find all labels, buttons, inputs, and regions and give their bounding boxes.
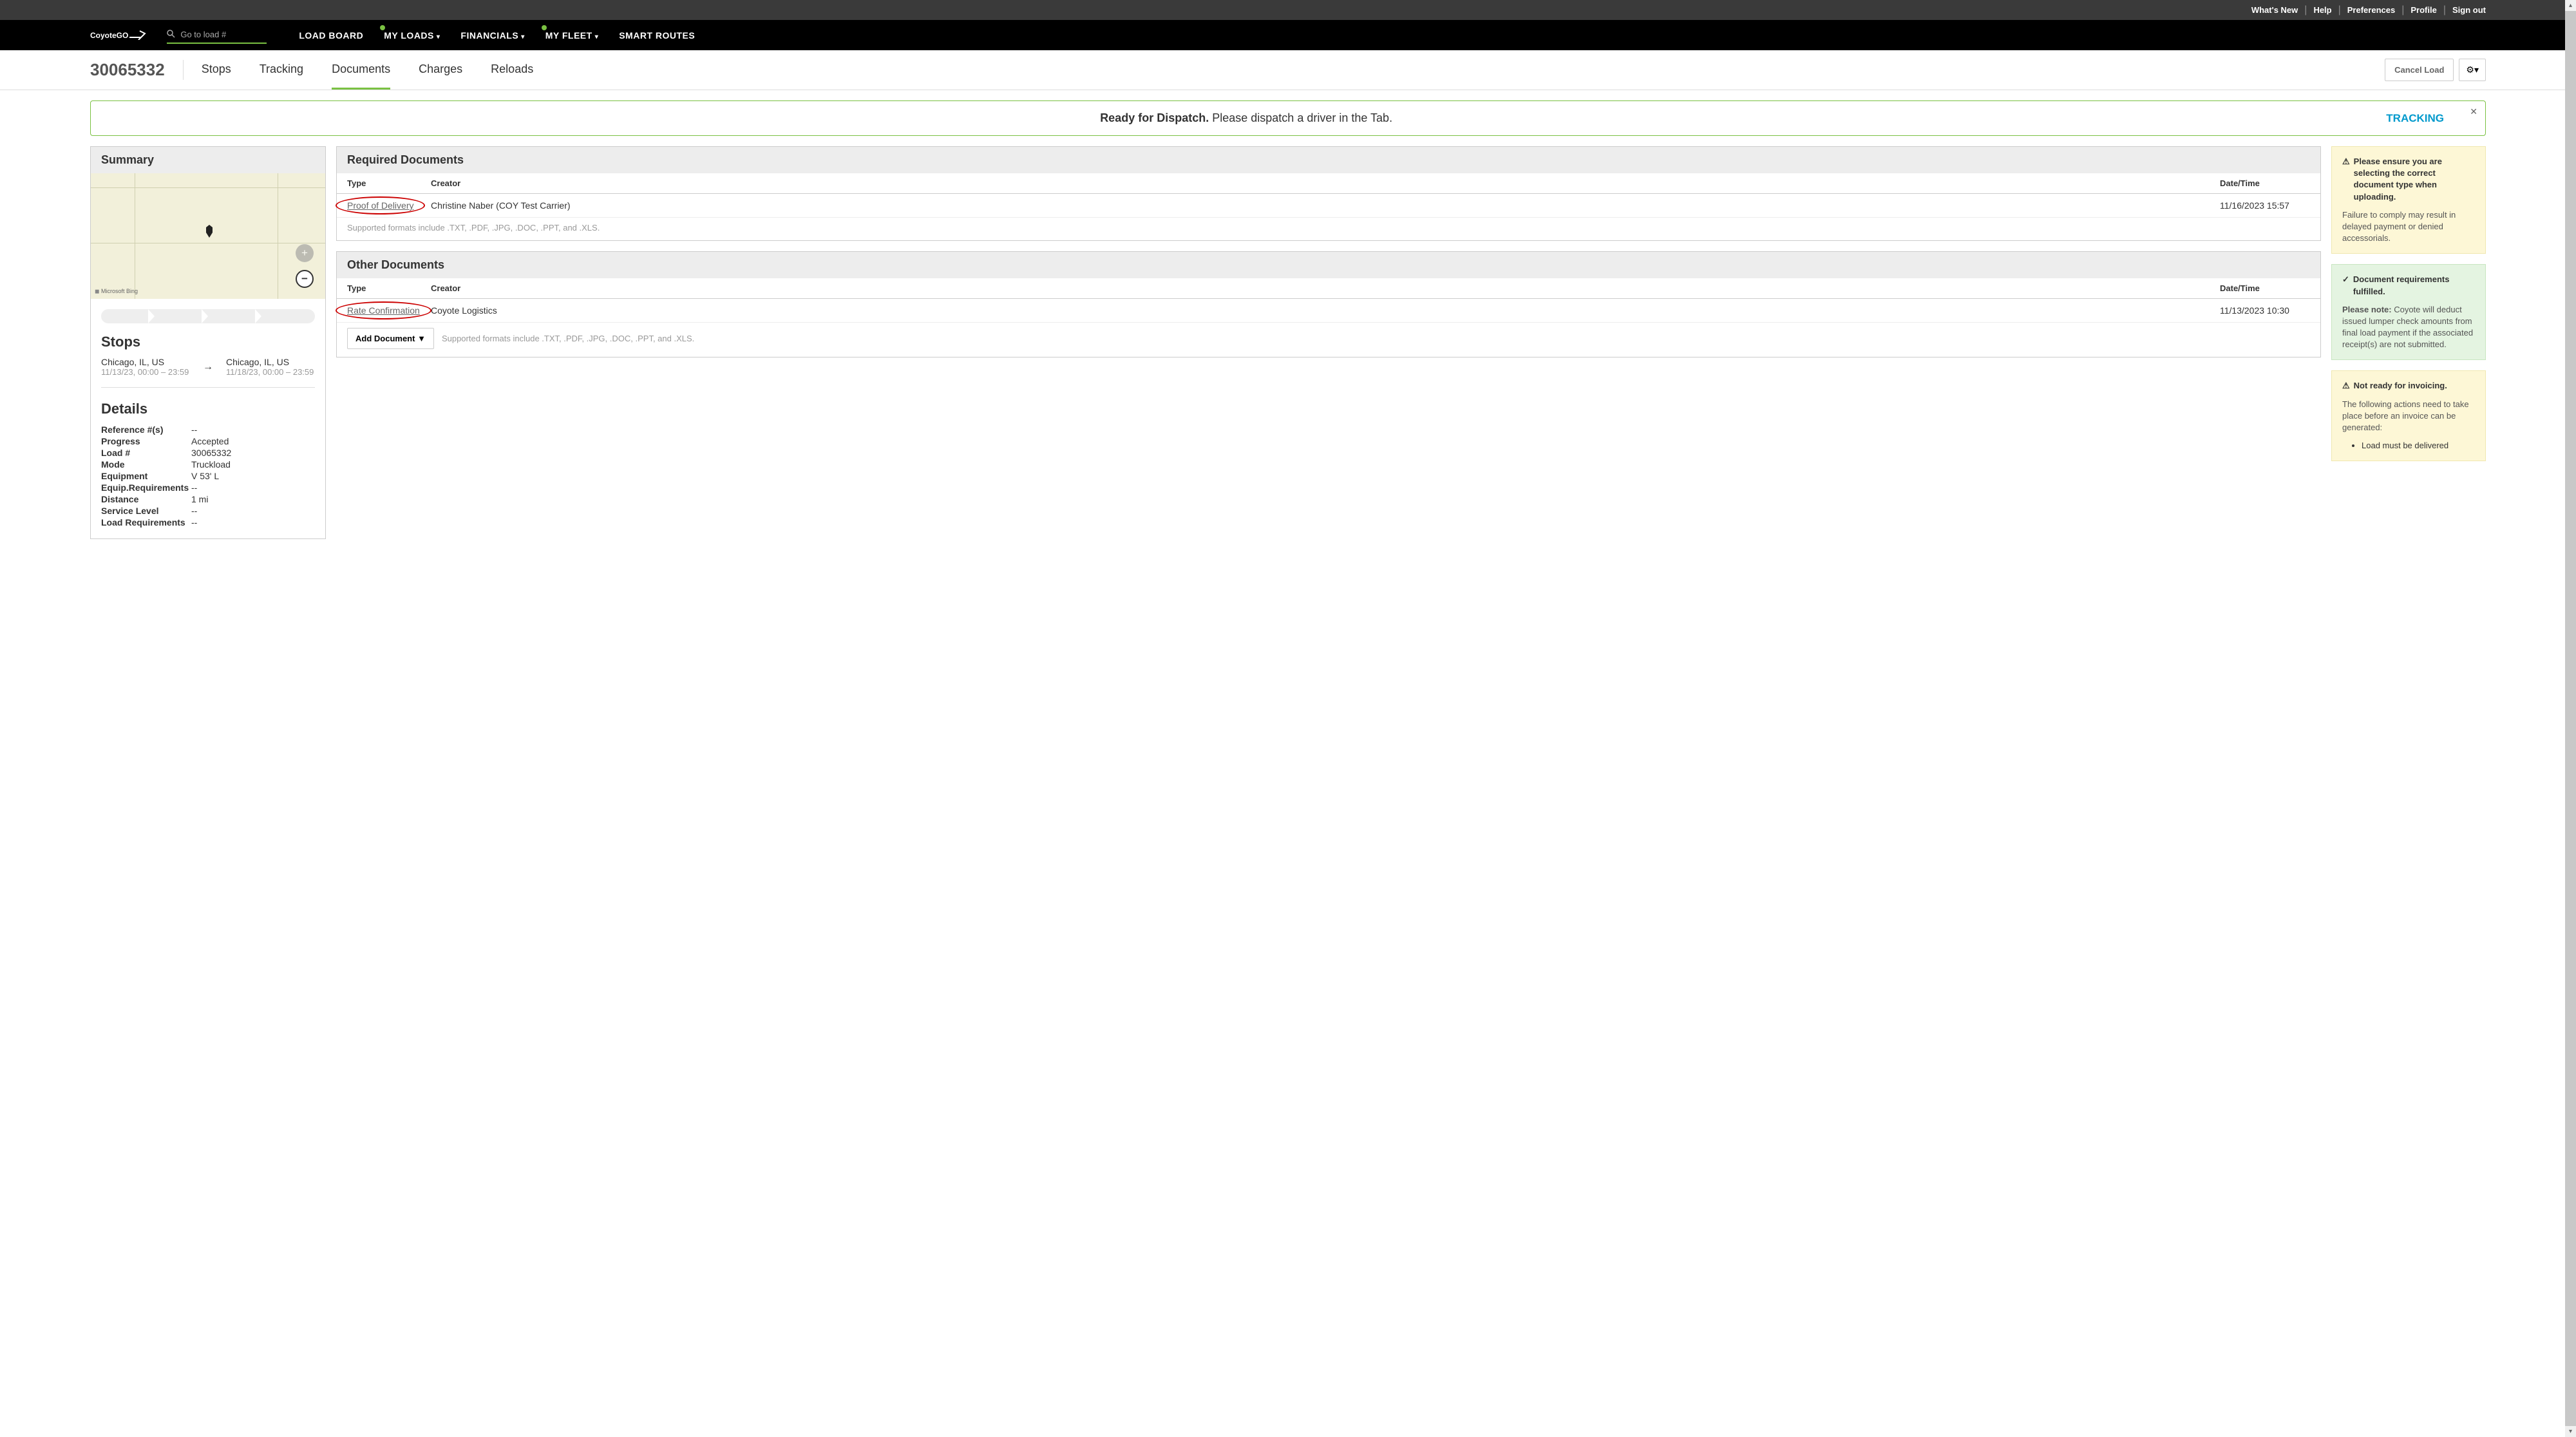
doc-creator: Christine Naber (COY Test Carrier) <box>431 200 2220 211</box>
proof-of-delivery-link[interactable]: Proof of Delivery <box>347 200 413 211</box>
zoom-out-button[interactable]: − <box>296 270 314 288</box>
arrow-right-icon: → <box>203 361 213 373</box>
other-docs-header: Other Documents <box>337 252 2320 278</box>
alert-document-type: ⚠Please ensure you are selecting the cor… <box>2331 146 2486 254</box>
nav-financials[interactable]: FINANCIALS▾ <box>460 30 524 41</box>
doc-date: 11/13/2023 10:30 <box>2220 305 2310 316</box>
details-row: Distance1 mi <box>101 493 315 505</box>
nav-whats-new[interactable]: What's New <box>2251 5 2298 15</box>
doc-creator: Coyote Logistics <box>431 305 2220 316</box>
nav-smart-routes[interactable]: SMART ROUTES <box>619 30 695 41</box>
search-wrap <box>167 27 267 44</box>
table-header: Type Creator Date/Time <box>337 173 2320 194</box>
alert-not-ready-invoicing: ⚠Not ready for invoicing. The following … <box>2331 370 2486 461</box>
add-document-button[interactable]: Add Document ▼ <box>347 328 434 349</box>
details-row: Reference #(s)-- <box>101 424 315 435</box>
table-header: Type Creator Date/Time <box>337 278 2320 299</box>
chevron-down-icon: ▾ <box>437 33 440 41</box>
map-marker-icon <box>204 225 215 241</box>
warning-icon: ⚠ <box>2342 380 2350 392</box>
tab-documents[interactable]: Documents <box>332 51 390 90</box>
details-row: EquipmentV 53' L <box>101 470 315 482</box>
check-icon: ✓ <box>2342 274 2349 297</box>
settings-button[interactable]: ⚙▾ <box>2459 59 2486 81</box>
notification-dot-icon <box>380 25 385 30</box>
microsoft-icon: ◼ <box>95 288 99 294</box>
cancel-load-button[interactable]: Cancel Load <box>2385 59 2454 81</box>
main-nav: CoyoteGO LOAD BOARD MY LOADS▾ FINANCIALS… <box>0 20 2576 50</box>
load-id: 30065332 <box>90 60 184 80</box>
details-row: Load #30065332 <box>101 447 315 459</box>
details-title: Details <box>101 401 315 417</box>
table-row: Rate Confirmation Coyote Logistics 11/13… <box>337 299 2320 323</box>
tab-tracking[interactable]: Tracking <box>260 51 303 90</box>
logo[interactable]: CoyoteGO <box>90 28 147 42</box>
utility-bar: What's New| Help| Preferences| Profile| … <box>0 0 2576 20</box>
stop-destination: Chicago, IL, US 11/18/23, 00:00 – 23:59 <box>226 357 315 377</box>
stop-origin: Chicago, IL, US 11/13/23, 00:00 – 23:59 <box>101 357 190 377</box>
tab-stops[interactable]: Stops <box>202 51 231 90</box>
details-row: ProgressAccepted <box>101 435 315 447</box>
rate-confirmation-link[interactable]: Rate Confirmation <box>347 305 420 316</box>
details-row: ModeTruckload <box>101 459 315 470</box>
nav-profile[interactable]: Profile <box>2410 5 2436 15</box>
search-icon <box>167 30 175 40</box>
summary-panel: Summary + − ◼ Microsoft Bing Stops <box>90 146 326 539</box>
map[interactable]: + − ◼ Microsoft Bing <box>91 173 325 299</box>
scroll-up-icon[interactable]: ▴ <box>2565 0 2576 11</box>
banner-tracking-link[interactable]: TRACKING <box>2386 112 2444 125</box>
supported-formats: Supported formats include .TXT, .PDF, .J… <box>337 218 2320 240</box>
table-row: Proof of Delivery Christine Naber (COY T… <box>337 194 2320 218</box>
nav-my-loads[interactable]: MY LOADS▾ <box>384 30 440 41</box>
chevron-down-icon: ▾ <box>521 33 525 41</box>
other-documents-panel: Other Documents Type Creator Date/Time R… <box>336 251 2321 357</box>
tab-reloads[interactable]: Reloads <box>491 51 533 90</box>
summary-header: Summary <box>91 147 325 173</box>
stops-title: Stops <box>101 334 315 350</box>
required-docs-header: Required Documents <box>337 147 2320 173</box>
warning-icon: ⚠ <box>2342 156 2350 203</box>
supported-formats: Supported formats include .TXT, .PDF, .J… <box>442 334 694 343</box>
map-attribution: ◼ Microsoft Bing <box>95 288 138 295</box>
banner-text: Ready for Dispatch. Please dispatch a dr… <box>106 111 2386 125</box>
logo-arrow-icon <box>128 28 147 42</box>
invoice-action-item: Load must be delivered <box>2362 440 2475 452</box>
nav-my-fleet[interactable]: MY FLEET▾ <box>545 30 599 41</box>
details-grid: Reference #(s)--ProgressAcceptedLoad #30… <box>101 424 315 528</box>
scrollbar[interactable]: ▴ ▾ <box>2565 0 2576 1437</box>
alert-requirements-fulfilled: ✓Document requirements fulfilled. Please… <box>2331 264 2486 360</box>
load-bar: 30065332 Stops Tracking Documents Charge… <box>0 50 2576 90</box>
progress-timeline <box>101 309 315 323</box>
dispatch-banner: Ready for Dispatch. Please dispatch a dr… <box>90 100 2486 136</box>
nav-preferences[interactable]: Preferences <box>2347 5 2395 15</box>
chevron-down-icon: ▾ <box>595 33 599 41</box>
nav-help[interactable]: Help <box>2313 5 2331 15</box>
nav-sign-out[interactable]: Sign out <box>2452 5 2486 15</box>
details-row: Load Requirements-- <box>101 517 315 528</box>
gear-icon: ⚙ <box>2466 64 2474 75</box>
details-row: Equip.Requirements-- <box>101 482 315 493</box>
doc-date: 11/16/2023 15:57 <box>2220 200 2310 211</box>
required-documents-panel: Required Documents Type Creator Date/Tim… <box>336 146 2321 241</box>
scroll-down-icon[interactable]: ▾ <box>2565 1426 2576 1437</box>
nav-load-board[interactable]: LOAD BOARD <box>299 30 363 41</box>
tab-charges[interactable]: Charges <box>419 51 462 90</box>
close-icon[interactable]: ✕ <box>2470 106 2477 117</box>
details-row: Service Level-- <box>101 505 315 517</box>
notification-dot-icon <box>542 25 547 30</box>
search-input[interactable] <box>180 30 258 39</box>
zoom-in-button[interactable]: + <box>296 244 314 262</box>
